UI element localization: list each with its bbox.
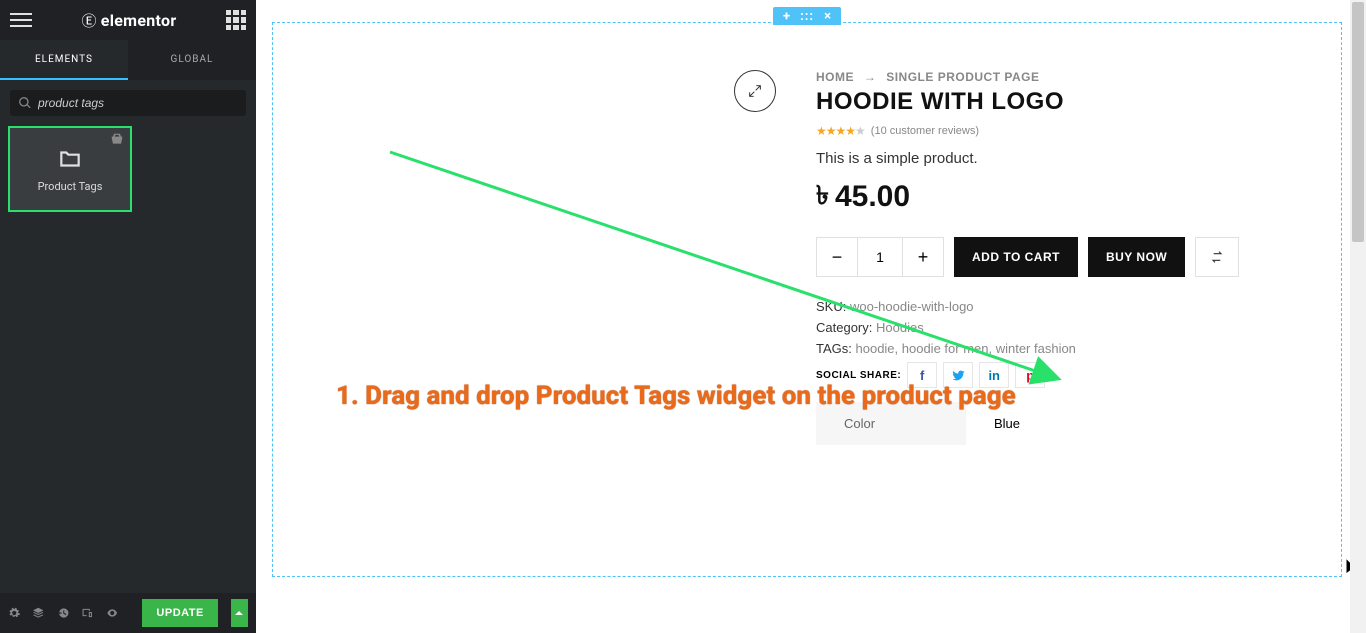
product-title: HOODIE WITH LOGO (816, 88, 1326, 116)
scrollbar[interactable] (1350, 0, 1366, 633)
layers-icon[interactable] (32, 605, 44, 621)
update-button[interactable]: UPDATE (142, 599, 217, 627)
preview-icon[interactable] (106, 605, 118, 621)
category-label: Category: (816, 320, 872, 335)
qty-input[interactable] (857, 238, 903, 276)
compare-button[interactable] (1195, 237, 1239, 277)
scrollbar-thumb[interactable] (1352, 2, 1364, 242)
short-description: This is a simple product. (816, 150, 1326, 167)
rating-stars: ★★★★★ (816, 124, 865, 138)
share-pinterest[interactable]: p (1015, 362, 1045, 388)
sku-label: SKU: (816, 299, 846, 314)
currency-symbol: ৳ (816, 175, 829, 219)
history-icon[interactable] (57, 605, 69, 621)
apps-icon[interactable] (226, 10, 246, 30)
sidebar-footer: UPDATE (0, 593, 256, 633)
menu-icon[interactable] (10, 9, 32, 31)
section-close[interactable]: × (824, 10, 831, 23)
attribute-table: Color Blue (816, 402, 1326, 445)
update-options[interactable] (231, 599, 248, 627)
search-input[interactable] (38, 96, 238, 110)
attr-key: Color (816, 402, 966, 445)
tab-global[interactable]: GLOBAL (128, 40, 256, 80)
tags-label: TAGs: (816, 341, 852, 356)
zoom-button[interactable] (734, 70, 776, 112)
section-drag[interactable]: ::: (800, 10, 814, 23)
quantity-stepper: − + (816, 237, 944, 277)
twitter-icon (952, 369, 965, 382)
share-twitter[interactable] (943, 362, 973, 388)
logo: elementor (32, 10, 226, 31)
product-area: HOME → SINGLE PRODUCT PAGE HOODIE WITH L… (696, 70, 1326, 445)
elementor-sidebar: elementor ELEMENTS GLOBAL Product Tags (0, 0, 256, 633)
share-facebook[interactable]: f (907, 362, 937, 388)
settings-icon[interactable] (8, 605, 20, 621)
chevron-right-icon: → (864, 70, 877, 84)
buy-now-button[interactable]: BUY NOW (1088, 237, 1185, 277)
social-label: SOCIAL SHARE: (816, 370, 901, 381)
section-handle[interactable]: + ::: × (773, 7, 841, 25)
product-meta: SKU: woo-hoodie-with-logo Category: Hood… (816, 299, 1326, 388)
share-linkedin[interactable]: in (979, 362, 1009, 388)
expand-icon (747, 83, 763, 99)
basket-icon (110, 132, 124, 146)
breadcrumb-home[interactable]: HOME (816, 70, 854, 84)
section-add[interactable]: + (783, 10, 790, 23)
add-to-cart-button[interactable]: ADD TO CART (954, 237, 1078, 277)
attr-value: Blue (966, 402, 1326, 445)
review-count[interactable]: (10 customer reviews) (871, 125, 979, 137)
product-gallery (696, 70, 776, 445)
tab-elements[interactable]: ELEMENTS (0, 40, 128, 80)
tags-value[interactable]: hoodie, hoodie for men, winter fashion (856, 341, 1076, 356)
price-amount: 45.00 (835, 180, 910, 214)
breadcrumb: HOME → SINGLE PRODUCT PAGE (816, 70, 1326, 84)
responsive-icon[interactable] (81, 605, 93, 621)
widget-label: Product Tags (38, 180, 103, 193)
widget-search[interactable] (10, 90, 246, 116)
qty-decrease[interactable]: − (817, 238, 857, 276)
widget-product-tags[interactable]: Product Tags (8, 126, 132, 212)
price: ৳ 45.00 (816, 175, 1326, 219)
sku-value: woo-hoodie-with-logo (850, 299, 974, 314)
compare-icon (1209, 249, 1225, 265)
sidebar-header: elementor (0, 0, 256, 40)
breadcrumb-current: SINGLE PRODUCT PAGE (886, 70, 1039, 84)
sidebar-tabs: ELEMENTS GLOBAL (0, 40, 256, 80)
folder-icon (57, 146, 83, 172)
qty-increase[interactable]: + (903, 238, 943, 276)
search-icon (18, 96, 32, 110)
preview-canvas: + ::: × HOME → SINGLE PRODUCT PAGE HOODI… (256, 0, 1366, 633)
category-value[interactable]: Hoodies (876, 320, 924, 335)
